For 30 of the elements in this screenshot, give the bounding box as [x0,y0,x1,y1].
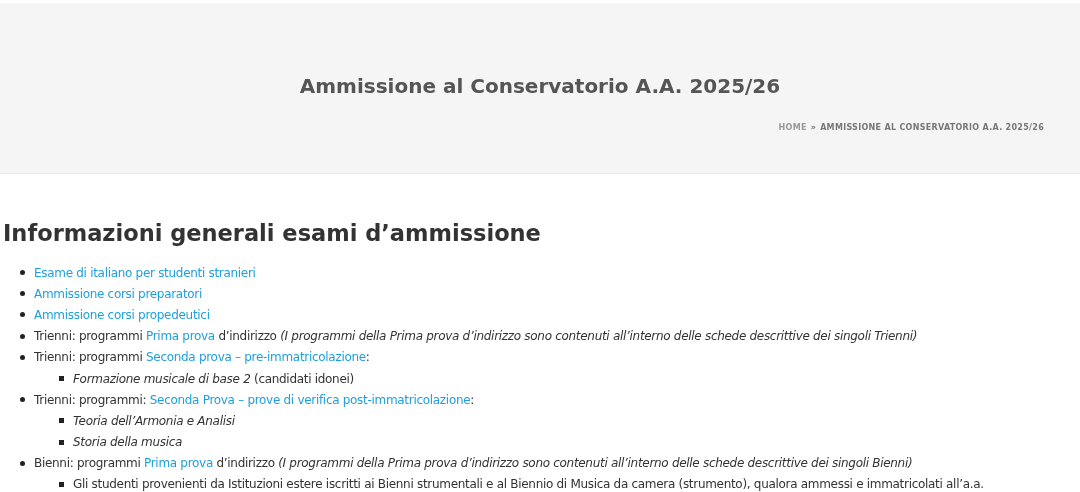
bullet-icon [20,333,25,339]
link[interactable]: Esame di italiano per studenti stranieri [34,265,256,280]
list-item-text: Bienni: programmi Prima prova d’indirizzo (I programmi della Prima prova d’indirizzo sono contenuti all’interno delle schede descrittive dei singoli Bienni) [34,456,913,471]
bullet-icon [20,312,25,318]
bullet-icon [59,481,64,487]
bullet-icon [20,460,25,466]
link[interactable]: Ammissione corsi propedeutici [34,307,210,322]
section-heading: Informazioni generali esami d’ammissione [3,219,542,248]
bullet-icon [20,291,25,297]
list-item-text: Storia della musica [73,435,183,450]
link[interactable]: Prima prova [146,329,215,344]
bullet-icon [59,439,64,445]
bullet-icon [20,397,25,403]
link[interactable]: Prima prova [144,456,213,471]
list-item-text: Trienni: programmi Prima prova d’indirizzo (I programmi della Prima prova d’indirizzo sono contenuti all’interno delle schede descrittive dei singoli Trienni) [34,329,918,344]
list-item-text: Formazione musicale di base 2 (candidati idonei) [73,371,354,386]
list-item-text: Gli studenti provenienti da Istituzioni estere iscritti ai Bienni strumentali e al Biennio di Musica da camera (strumento), qualora ammessi e immatricolati all’a.a. [73,477,984,492]
list-item-text: Trienni: programmi Seconda prova – pre-immatricolazione: [34,350,370,365]
page-title: Ammissione al Conservatorio A.A. 2025/26 [299,73,781,100]
link[interactable]: Seconda prova – pre-immatricolazione [146,350,366,365]
bullet-icon [59,418,64,424]
list-item-text: Teoria dell’Armonia e Analisi [73,413,235,428]
breadcrumb-separator: » [810,123,817,132]
breadcrumb-current: AMMISSIONE AL CONSERVATORIO A.A. 2025/26 [820,123,1044,132]
link[interactable]: Ammissione corsi preparatori [34,286,203,301]
bullet-icon [20,354,25,360]
list-item-text: Trienni: programmi: Seconda Prova – prove di verifica post-immatricolazione: [34,392,475,407]
breadcrumb-link[interactable]: HOME [778,123,807,132]
bullet-icon [59,376,64,382]
bullet-icon [20,270,25,276]
